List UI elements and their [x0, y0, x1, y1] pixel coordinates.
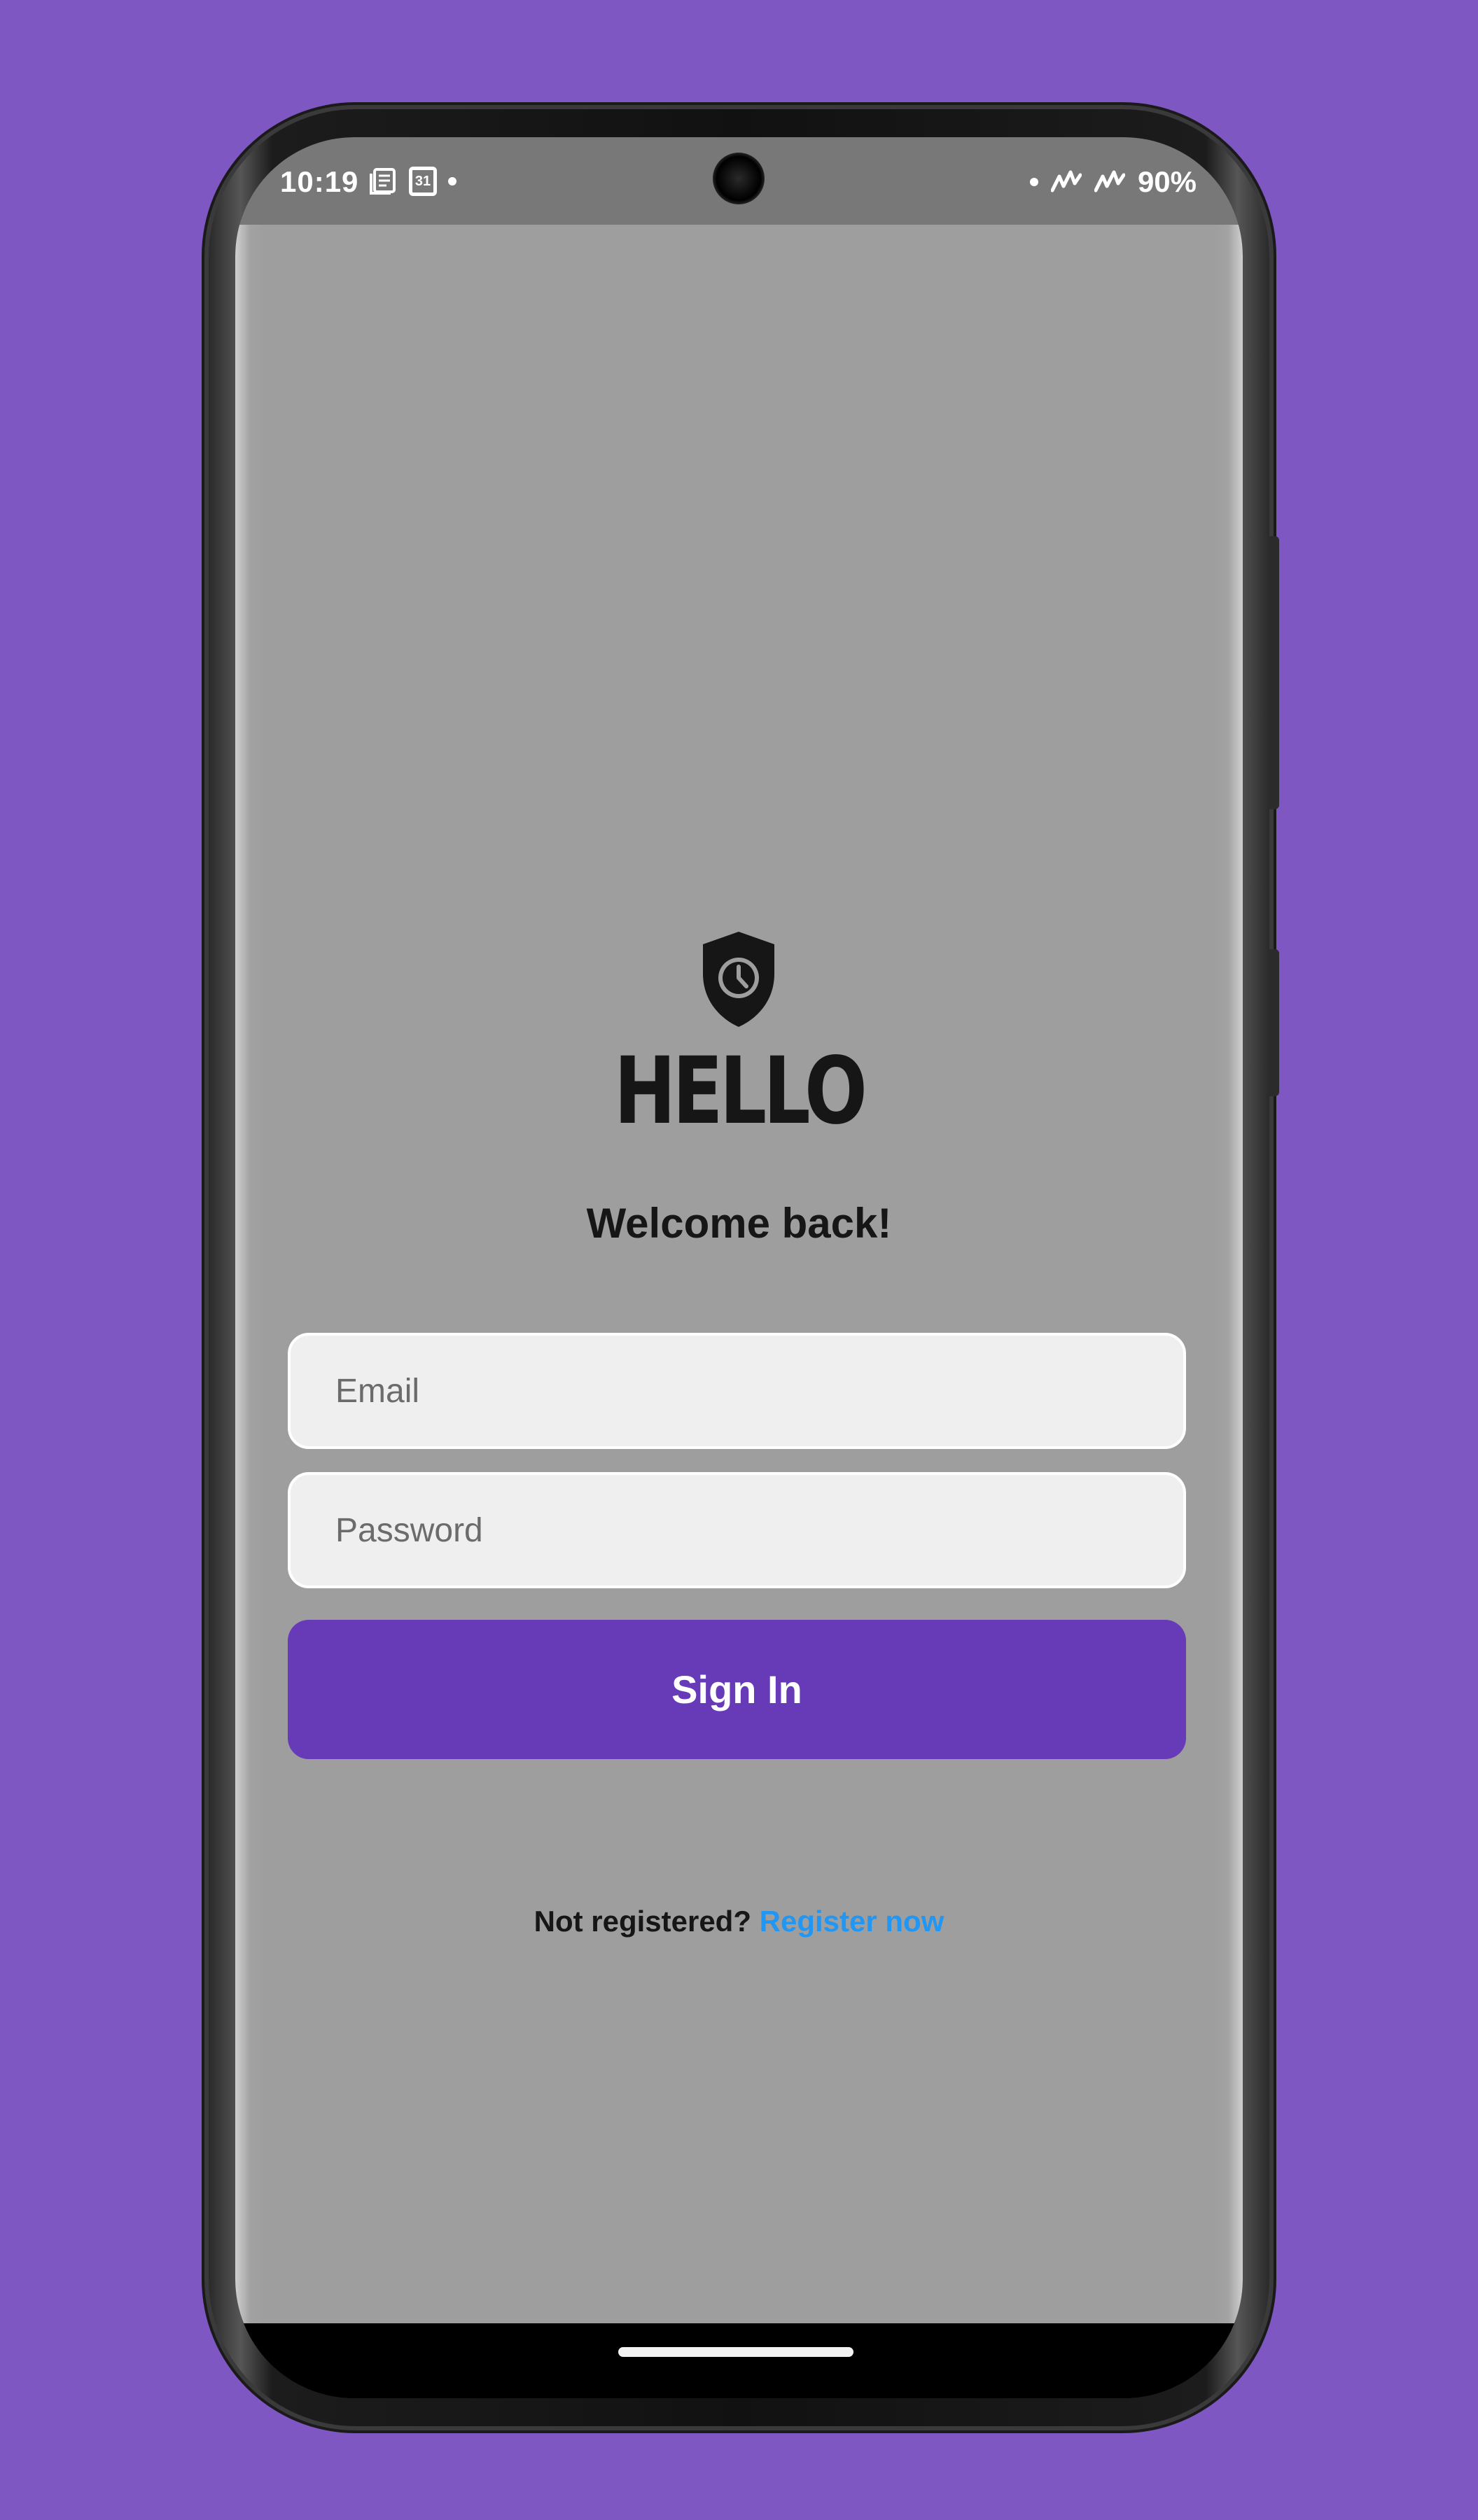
status-right: 90% — [1029, 165, 1197, 199]
sign-in-button[interactable]: Sign In — [288, 1620, 1186, 1759]
email-field[interactable] — [288, 1333, 1186, 1449]
home-gesture-handle[interactable] — [618, 2347, 853, 2357]
signal-icon — [1050, 170, 1082, 192]
app-logo-text: HELLO — [613, 1037, 867, 1145]
volume-button — [1269, 949, 1279, 1096]
not-registered-text: Not registered? — [534, 1905, 751, 1938]
status-time: 10:19 — [280, 165, 359, 198]
calendar-day: 31 — [414, 174, 431, 189]
login-screen: HELLO Welcome back! Sign In Not register… — [235, 225, 1243, 2323]
status-dot-icon — [1029, 178, 1038, 186]
password-field[interactable] — [288, 1472, 1186, 1588]
signal-icon-2 — [1094, 170, 1125, 192]
status-bar: 10:19 31 90% — [235, 137, 1243, 225]
notification-icons: 31 — [368, 167, 456, 196]
battery-percent: 90% — [1137, 165, 1197, 198]
shield-clock-icon — [703, 932, 774, 1027]
phone-frame: 10:19 31 90% HELLO Welcome back! Email S… — [209, 109, 1279, 2426]
notification-dot-icon — [448, 177, 456, 186]
navigation-bar — [235, 2323, 1243, 2398]
news-icon — [370, 168, 396, 195]
register-prompt: Not registered? Register now — [235, 1905, 1243, 1938]
phone-screen: 10:19 31 90% HELLO Welcome back! Email S… — [235, 137, 1243, 2398]
calendar-icon: 31 — [409, 167, 437, 196]
power-button — [1269, 536, 1279, 809]
front-camera — [713, 153, 765, 204]
register-now-link[interactable]: Register now — [760, 1905, 944, 1938]
welcome-heading: Welcome back! — [586, 1200, 892, 1247]
